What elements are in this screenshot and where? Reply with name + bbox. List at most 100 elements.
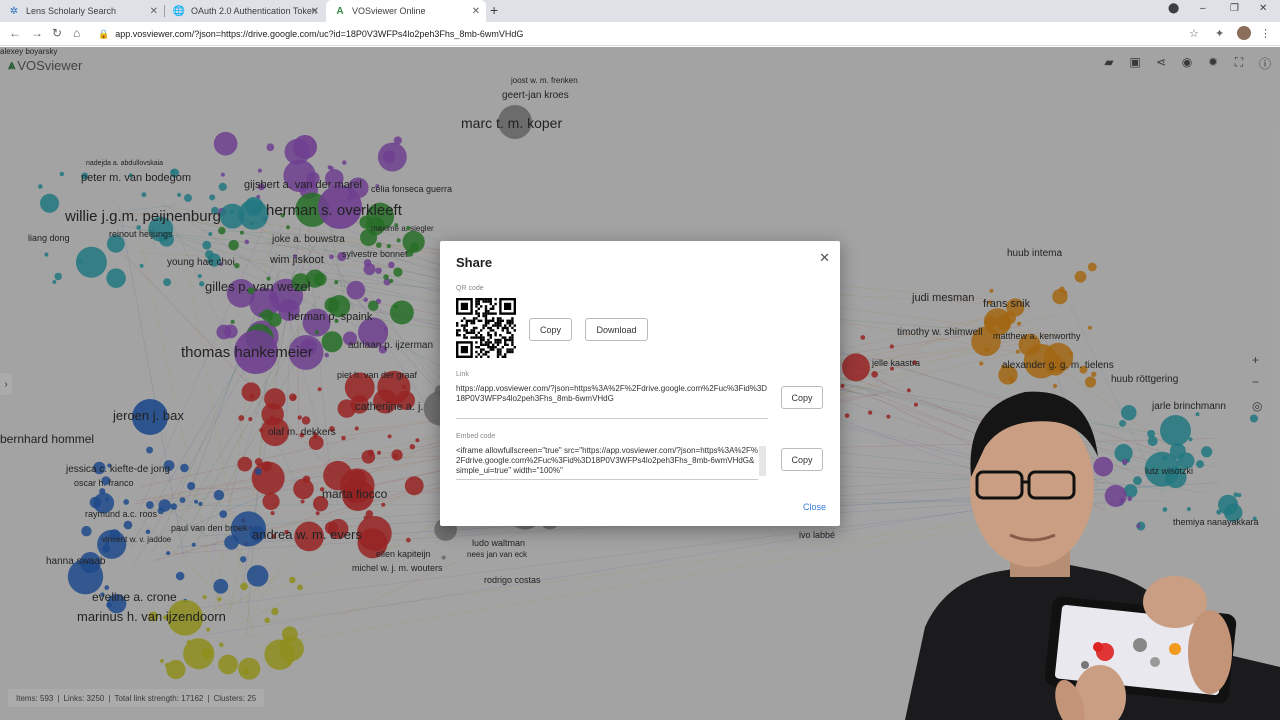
close-tab-icon[interactable]: ✕ <box>150 6 158 17</box>
qr-module <box>487 346 490 349</box>
qr-module <box>482 298 485 301</box>
browser-tab-vosviewer[interactable]: A VOSviewer Online ✕ <box>326 0 486 22</box>
address-bar: ← → ↻ ⌂ 🔒 app.vosviewer.com/?json=https:… <box>0 22 1280 46</box>
copy-embed-button[interactable]: Copy <box>781 448 823 471</box>
qr-module <box>477 307 480 310</box>
close-tab-icon[interactable]: ✕ <box>311 6 319 17</box>
qr-module <box>508 322 512 325</box>
reload-icon[interactable]: ↻ <box>52 26 62 40</box>
qr-module <box>487 319 490 322</box>
qr-module <box>475 341 478 344</box>
qr-module <box>501 336 504 339</box>
qr-module <box>494 338 497 342</box>
qr-module <box>465 324 468 327</box>
qr-module <box>475 302 478 306</box>
qr-module <box>492 307 495 310</box>
qr-module <box>489 298 492 301</box>
minimize-icon[interactable]: – <box>1200 3 1206 14</box>
qr-module <box>456 331 459 334</box>
profile-avatar[interactable] <box>1237 26 1251 40</box>
browser-tab-oauth[interactable]: 🌐 OAuth 2.0 Authentication Token ✕ <box>165 0 325 22</box>
copy-qr-button[interactable]: Copy <box>529 318 572 341</box>
qr-module <box>496 350 500 354</box>
qr-module <box>480 334 483 337</box>
close-tab-icon[interactable]: ✕ <box>472 6 480 17</box>
qr-module <box>475 350 478 354</box>
qr-module <box>482 314 485 318</box>
copy-link-button[interactable]: Copy <box>781 386 823 409</box>
qr-module <box>482 343 485 346</box>
embed-scrollbar[interactable] <box>759 446 766 476</box>
qr-module <box>504 326 507 330</box>
share-link-field[interactable]: https://app.vosviewer.com/?json=https%3A… <box>456 384 768 419</box>
qr-module <box>480 341 483 344</box>
qr-module <box>484 312 488 315</box>
qr-module <box>496 338 500 342</box>
qr-module <box>492 324 495 327</box>
qr-module <box>470 331 473 334</box>
qr-module <box>477 302 480 306</box>
qr-module <box>496 326 500 330</box>
qr-module <box>506 322 509 325</box>
qr-module <box>470 319 473 322</box>
qr-module <box>480 336 483 339</box>
qr-module <box>494 324 497 327</box>
qr-module <box>475 326 478 330</box>
qr-module <box>456 334 459 337</box>
embed-code-field[interactable]: <iframe allowfullscreen="true" src="http… <box>456 446 758 480</box>
qr-module <box>480 319 483 322</box>
qr-module <box>480 298 483 301</box>
qr-module <box>511 341 514 344</box>
menu-icon[interactable]: ⋮ <box>1260 27 1271 40</box>
qr-module <box>463 326 466 330</box>
qr-module <box>470 322 473 325</box>
forward-icon[interactable]: → <box>31 26 43 40</box>
tab-search-icon[interactable]: ⬤ <box>1168 3 1179 14</box>
browser-tab-lens[interactable]: ✲ Lens Scholarly Search ✕ <box>0 0 164 22</box>
restore-icon[interactable]: ❐ <box>1230 3 1239 14</box>
qr-module <box>513 329 516 332</box>
tab-title: OAuth 2.0 Authentication Token <box>191 6 317 16</box>
qr-module <box>504 341 507 344</box>
qr-module <box>458 334 461 337</box>
share-dialog: Share ✕ QR code Copy Download Link https… <box>440 241 840 526</box>
qr-module <box>508 348 512 351</box>
close-icon[interactable]: ✕ <box>819 250 830 266</box>
star-icon[interactable]: ☆ <box>1189 27 1199 40</box>
qr-module <box>487 300 490 303</box>
qr-module <box>511 338 514 342</box>
qr-module <box>496 319 500 322</box>
qr-module <box>487 350 490 354</box>
qr-module <box>456 329 459 332</box>
qr-module <box>470 336 473 339</box>
qr-module <box>508 319 512 322</box>
qr-module <box>489 341 492 344</box>
qr-module <box>494 341 497 344</box>
qr-module <box>496 353 500 356</box>
qr-module <box>506 329 509 332</box>
close-window-icon[interactable]: ✕ <box>1259 3 1267 14</box>
url-field[interactable]: 🔒 app.vosviewer.com/?json=https://drive.… <box>98 25 1173 43</box>
qr-module <box>465 322 468 325</box>
new-tab-icon[interactable]: + <box>490 2 498 18</box>
qr-module <box>465 319 468 322</box>
qr-module <box>463 336 466 339</box>
qr-module <box>494 346 497 349</box>
download-qr-button[interactable]: Download <box>585 318 648 341</box>
globe-icon: 🌐 <box>172 5 186 17</box>
qr-module <box>465 329 468 332</box>
dialog-title: Share <box>456 255 493 270</box>
vosviewer-app: joost w. m. frenken geert-jan kroes marc t… <box>0 47 1280 720</box>
extensions-icon[interactable]: ✦ <box>1215 27 1224 40</box>
home-icon[interactable]: ⌂ <box>73 26 80 40</box>
qr-module <box>480 350 483 354</box>
qr-module <box>480 329 483 332</box>
qr-module <box>513 346 516 349</box>
back-icon[interactable]: ← <box>9 26 21 40</box>
qr-module <box>494 322 497 325</box>
qr-module <box>489 329 492 332</box>
qr-module <box>501 346 504 349</box>
close-dialog-button[interactable]: Close <box>803 502 826 512</box>
qr-module <box>484 298 488 301</box>
qr-module <box>504 353 507 356</box>
